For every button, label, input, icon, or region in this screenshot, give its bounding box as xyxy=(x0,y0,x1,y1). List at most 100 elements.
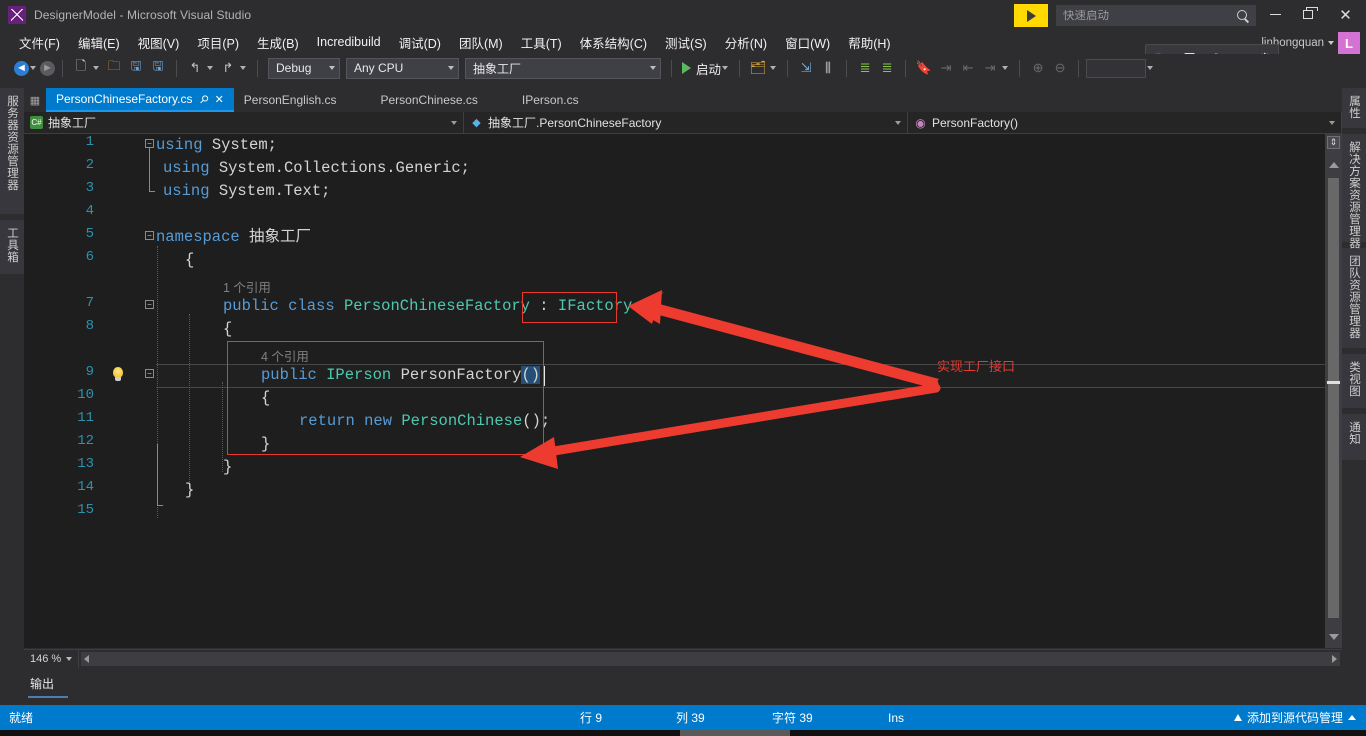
nav-member-dropdown[interactable]: ◉ PersonFactory() xyxy=(908,112,1342,133)
redo-icon[interactable]: ↱ xyxy=(218,58,238,78)
menu-view[interactable]: 视图(V) xyxy=(129,31,189,54)
save-icon[interactable]: 🖫 xyxy=(126,58,146,78)
step-over-icon[interactable]: ⇲ xyxy=(796,58,816,78)
tab-output[interactable]: 输出 xyxy=(30,675,54,692)
redo-dropdown-icon[interactable] xyxy=(240,66,246,70)
save-all-icon[interactable]: 🖫 xyxy=(148,58,168,78)
menu-edit[interactable]: 编辑(E) xyxy=(69,31,129,54)
close-button[interactable]: ✕ xyxy=(1331,0,1360,29)
scroll-right-arrow-icon[interactable] xyxy=(1332,655,1337,663)
window-title: DesignerModel - Microsoft Visual Studio xyxy=(34,8,252,22)
fold-toggle-class[interactable]: − xyxy=(145,300,154,309)
nav-type-dropdown[interactable]: ◆ 抽象工厂.PersonChineseFactory xyxy=(464,112,908,133)
attach-process-icon[interactable]: 🗂 xyxy=(748,58,768,78)
menu-tools[interactable]: 工具(T) xyxy=(512,31,571,54)
menu-incredibuild[interactable]: Incredibuild xyxy=(308,33,390,51)
navigate-forward-icon[interactable]: ► xyxy=(40,60,55,76)
next-bookmark-icon[interactable]: ⇥ xyxy=(936,58,956,78)
quick-launch-input[interactable] xyxy=(1057,9,1234,22)
tab-person-english[interactable]: PersonEnglish.cs xyxy=(234,88,347,112)
editor-zoom-combo[interactable]: 146 % xyxy=(24,649,80,669)
status-bar: 就绪 行 9 列 39 字符 39 Ins 添加到源代码管理 xyxy=(0,705,1366,730)
sidebar-item-toolbox[interactable]: 工具箱 xyxy=(0,220,24,274)
menu-test[interactable]: 测试(S) xyxy=(656,31,716,54)
sidebar-item-team-explorer[interactable]: 团队资源管理器 xyxy=(1342,248,1366,348)
start-dropdown-icon[interactable] xyxy=(722,66,729,70)
scroll-down-arrow-icon[interactable] xyxy=(1329,634,1339,640)
bookmark-icon[interactable]: 🔖 xyxy=(914,58,934,78)
indent-icon[interactable]: ≣ xyxy=(855,58,875,78)
sidebar-item-properties[interactable]: 属性 xyxy=(1342,88,1366,128)
chevron-down-icon[interactable] xyxy=(1328,41,1334,45)
sidebar-item-class-view[interactable]: 类视图 xyxy=(1342,354,1366,408)
sidebar-item-solution-explorer[interactable]: 解决方案资源管理器 xyxy=(1342,134,1366,249)
lightbulb-quick-action-icon[interactable] xyxy=(110,367,126,383)
fold-toggle-method[interactable]: − xyxy=(145,369,154,378)
minimize-button[interactable] xyxy=(1261,0,1290,29)
tab-person-chinese-factory[interactable]: PersonChineseFactory.cs ⚲ ✕ xyxy=(46,88,234,112)
step-into-icon[interactable]: ⫼ xyxy=(818,58,838,78)
document-well-icon[interactable]: ▦ xyxy=(24,88,46,112)
line-number: 4 xyxy=(85,203,94,219)
maximize-button[interactable] xyxy=(1293,0,1322,29)
nav-project-dropdown[interactable]: C# 抽象工厂 xyxy=(24,112,464,133)
fold-toggle-namespace[interactable]: − xyxy=(145,231,154,240)
start-debug-button[interactable]: 启动 xyxy=(696,59,721,78)
undo-icon[interactable]: ↰ xyxy=(185,58,205,78)
status-source-control-label: 添加到源代码管理 xyxy=(1246,711,1343,725)
avatar[interactable]: L xyxy=(1338,32,1360,54)
code-line-14: } xyxy=(185,481,195,499)
editor-vertical-scrollbar[interactable]: ⇕ xyxy=(1325,134,1342,648)
menu-help[interactable]: 帮助(H) xyxy=(839,31,899,54)
prev-bookmark-icon[interactable]: ⇤ xyxy=(958,58,978,78)
menu-project[interactable]: 项目(P) xyxy=(188,31,248,54)
menu-build[interactable]: 生成(B) xyxy=(248,31,308,54)
scroll-left-arrow-icon[interactable] xyxy=(84,655,90,663)
tab-iperson[interactable]: IPerson.cs xyxy=(512,88,589,112)
navigate-back-icon[interactable]: ◄ xyxy=(14,60,29,76)
quick-launch-box[interactable] xyxy=(1056,5,1256,26)
close-tab-icon[interactable]: ✕ xyxy=(215,93,224,106)
attach-dropdown-icon[interactable] xyxy=(770,66,777,70)
undo-dropdown-icon[interactable] xyxy=(207,66,213,70)
chevron-down-icon[interactable] xyxy=(895,120,901,125)
menu-window[interactable]: 窗口(W) xyxy=(776,31,839,54)
menu-architecture[interactable]: 体系结构(C) xyxy=(571,31,656,54)
zoom-out-icon[interactable]: ⊖ xyxy=(1050,58,1070,78)
sidebar-item-server-explorer[interactable]: 服务器资源管理器 xyxy=(0,88,24,214)
code-editor-surface[interactable]: 1 2 3 4 5 6 7 8 9 10 11 12 13 14 15 − − … xyxy=(24,134,1342,648)
navigate-back-dropdown-icon[interactable] xyxy=(30,66,36,70)
chevron-down-icon[interactable] xyxy=(1329,120,1335,125)
tab-person-chinese[interactable]: PersonChinese.cs xyxy=(371,88,488,112)
chevron-down-icon[interactable] xyxy=(66,657,73,661)
zoom-in-icon[interactable]: ⊕ xyxy=(1028,58,1048,78)
open-file-icon[interactable]: 🗀 xyxy=(104,58,124,78)
scrollbar-thumb[interactable] xyxy=(1328,178,1339,618)
chevron-down-icon[interactable] xyxy=(451,120,457,125)
sidebar-item-notifications[interactable]: 通知 xyxy=(1342,414,1366,460)
send-feedback-button[interactable] xyxy=(1014,4,1048,27)
clear-bookmark-icon[interactable]: ⇥ xyxy=(980,58,1000,78)
scroll-up-arrow-icon[interactable] xyxy=(1329,162,1339,168)
chevron-up-icon[interactable] xyxy=(1348,715,1356,720)
fold-toggle-usings[interactable]: − xyxy=(145,139,154,148)
solution-platform-combo[interactable]: Any CPU xyxy=(346,57,459,79)
pin-icon[interactable]: ⚲ xyxy=(196,92,211,106)
new-item-icon[interactable]: 🗋 xyxy=(71,58,91,78)
toolbar-find-box[interactable] xyxy=(1086,58,1147,78)
menu-debug[interactable]: 调试(D) xyxy=(390,31,450,54)
outdent-icon[interactable]: ≣ xyxy=(877,58,897,78)
find-dropdown-icon[interactable] xyxy=(1147,66,1154,70)
menu-analyze[interactable]: 分析(N) xyxy=(716,31,776,54)
editor-split-handle[interactable]: ⇕ xyxy=(1327,136,1340,149)
startup-project-combo[interactable]: 抽象工厂 xyxy=(465,57,661,79)
status-source-control[interactable]: 添加到源代码管理 xyxy=(1233,709,1366,726)
menu-file[interactable]: 文件(F) xyxy=(10,31,69,54)
solution-configuration-combo[interactable]: Debug xyxy=(268,57,340,79)
menu-team[interactable]: 团队(M) xyxy=(450,31,512,54)
bookmark-dropdown-icon[interactable] xyxy=(1002,66,1009,70)
play-icon[interactable] xyxy=(682,62,691,74)
taskbar-active-window[interactable] xyxy=(680,730,790,736)
editor-horizontal-scrollbar[interactable] xyxy=(81,652,1340,666)
new-item-dropdown-icon[interactable] xyxy=(93,66,99,70)
